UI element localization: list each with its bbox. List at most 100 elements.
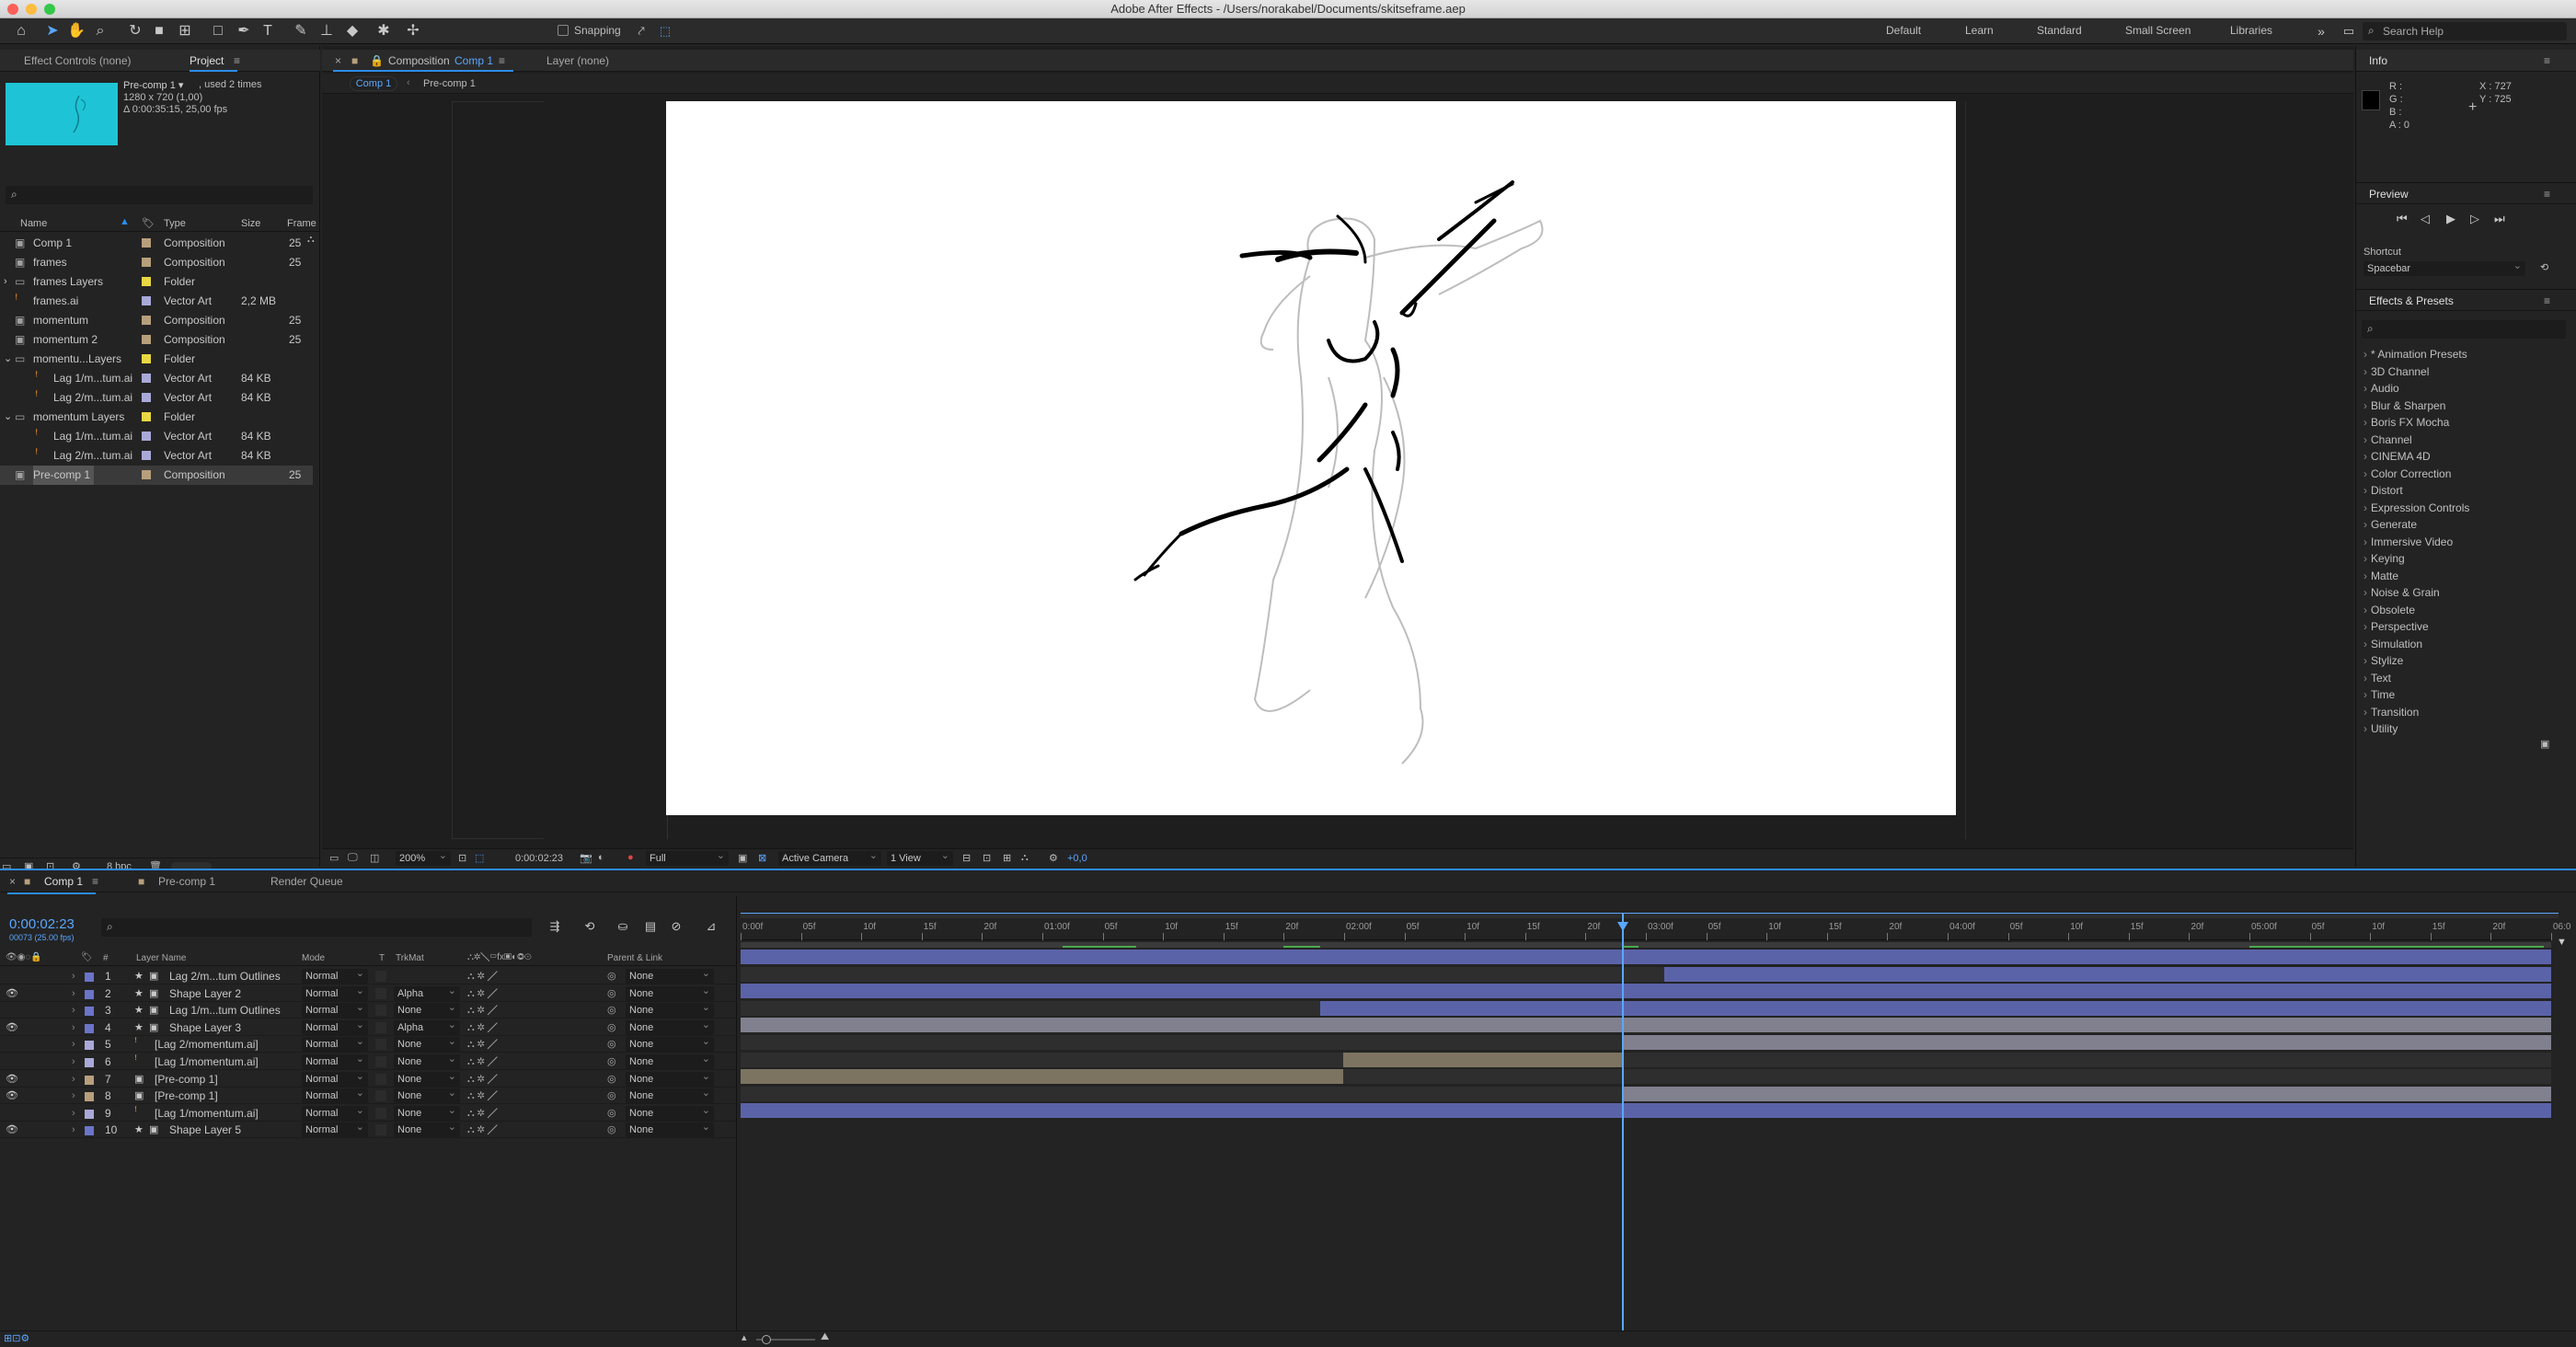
- label-color-swatch[interactable]: [142, 354, 151, 363]
- twirl-icon[interactable]: ›: [2363, 348, 2367, 361]
- layer-name[interactable]: Shape Layer 3: [169, 1019, 241, 1036]
- twirl-icon[interactable]: ›: [2363, 688, 2367, 701]
- column-size[interactable]: Size: [241, 218, 260, 229]
- timeline-link-icon[interactable]: ⊞: [1003, 852, 1011, 864]
- type-tool-icon[interactable]: T: [258, 21, 278, 41]
- parent-select[interactable]: None: [626, 1069, 714, 1087]
- effect-category[interactable]: › Distort: [2363, 482, 2403, 499]
- breadcrumb-comp-1[interactable]: Comp 1: [350, 76, 397, 91]
- project-item[interactable]: ꜝ Lag 2/m...tum.ai Vector Art 84 KB: [0, 388, 313, 408]
- close-tab-icon[interactable]: ×: [9, 870, 16, 892]
- twirl-icon[interactable]: ›: [2363, 416, 2367, 429]
- effect-category[interactable]: › Boris FX Mocha: [2363, 414, 2449, 431]
- panel-menu-icon[interactable]: ≡: [92, 870, 98, 892]
- preserve-transparency-toggle[interactable]: [375, 1107, 386, 1119]
- track-matte-select[interactable]: None: [394, 1086, 460, 1104]
- effect-category[interactable]: › CINEMA 4D: [2363, 448, 2431, 465]
- twirl-icon[interactable]: ›: [2363, 654, 2367, 667]
- new-bin-icon[interactable]: ▣: [2540, 738, 2549, 750]
- effect-category[interactable]: › Keying: [2363, 550, 2405, 567]
- pick-whip-icon[interactable]: ◎: [607, 1088, 616, 1104]
- eye-icon[interactable]: 👁: [6, 1122, 18, 1138]
- twirl-icon[interactable]: ›: [2363, 484, 2367, 497]
- 3d-view-icon[interactable]: ⊟: [962, 852, 971, 864]
- track-matte-select[interactable]: None: [394, 1034, 460, 1053]
- workspace-menu-icon[interactable]: ▭: [2339, 21, 2359, 41]
- layer-switches-icon[interactable]: ⛬ ✲ ╱: [467, 985, 498, 1002]
- show-snapshot-icon[interactable]: ◐: [598, 852, 604, 863]
- layer-duration-bar[interactable]: [1622, 1035, 2551, 1050]
- transparency-grid-icon[interactable]: ▣: [738, 852, 747, 864]
- project-search-input[interactable]: ⌕: [6, 186, 313, 204]
- twirl-icon[interactable]: ›: [2363, 365, 2367, 378]
- layer-name[interactable]: [Pre-comp 1]: [155, 1088, 218, 1104]
- twirl-icon[interactable]: ›: [2363, 706, 2367, 719]
- grid-guide-icon[interactable]: ⊡: [458, 852, 466, 864]
- layer-switches-icon[interactable]: ⛬ ✲ ╱: [467, 1071, 498, 1088]
- zoom-slider-thumb[interactable]: [762, 1335, 771, 1344]
- breadcrumb-pre-comp-1[interactable]: Pre-comp 1: [423, 78, 476, 89]
- comp-lock-icon[interactable]: 🔒: [370, 50, 384, 72]
- layer-row[interactable]: › 3 ★ ▣ Lag 1/m...tum Outlines Normal None ⛬ ✲ …: [0, 1000, 736, 1019]
- column-layer-name[interactable]: Layer Name: [136, 953, 186, 963]
- camera-tool-icon[interactable]: ■: [149, 21, 169, 41]
- zoom-tool-icon[interactable]: ⌕: [90, 21, 110, 41]
- layer-search-input[interactable]: ⌕: [101, 918, 532, 937]
- layer-row[interactable]: › 6 ꜝ [Lag 1/momentum.ai] Normal None ⛬ ✲ ╱ ◎ No…: [0, 1052, 736, 1070]
- track-matte-select[interactable]: Alpha: [394, 984, 460, 1001]
- project-item[interactable]: ▣ frames Composition 25: [0, 253, 313, 272]
- layer-row[interactable]: › 9 ꜝ [Lag 1/momentum.ai] Normal None ⛬ ✲ ╱ ◎ No…: [0, 1103, 736, 1122]
- project-item[interactable]: ⌄ ▭ momentum Layers Folder: [0, 408, 313, 427]
- column-number[interactable]: #: [103, 953, 109, 963]
- timeline-end-marker-icon[interactable]: ▼: [2557, 937, 2567, 948]
- tab-render-queue[interactable]: Render Queue: [270, 870, 343, 892]
- parent-select[interactable]: None: [626, 1103, 714, 1121]
- twirl-icon[interactable]: ›: [72, 1088, 75, 1104]
- lock-icon[interactable]: ■: [351, 50, 358, 72]
- parent-select[interactable]: None: [626, 1000, 714, 1019]
- layer-mode-select[interactable]: Normal: [302, 1103, 368, 1121]
- layer-switches-icon[interactable]: ⛬ ✲ ╱: [467, 1053, 498, 1070]
- zoom-in-icon[interactable]: ⛰: [821, 1331, 829, 1343]
- layer-mode-select[interactable]: Normal: [302, 1086, 368, 1104]
- resolution-select[interactable]: Full: [646, 848, 729, 866]
- twirl-icon[interactable]: ›: [2363, 433, 2367, 446]
- effect-category[interactable]: › Utility: [2363, 720, 2398, 737]
- playhead-handle-icon[interactable]: [1617, 922, 1629, 931]
- twirl-icon[interactable]: ›: [2363, 620, 2367, 633]
- tab-layer[interactable]: Layer (none): [546, 50, 609, 72]
- layer-name[interactable]: Lag 1/m...tum Outlines: [169, 1002, 281, 1019]
- twirl-icon[interactable]: ›: [72, 1019, 75, 1036]
- clone-stamp-tool-icon[interactable]: ⊥: [316, 21, 337, 41]
- layer-mode-select[interactable]: Normal: [302, 1120, 368, 1138]
- effect-category[interactable]: › Noise & Grain: [2363, 584, 2440, 601]
- twirl-icon[interactable]: ›: [2363, 535, 2367, 548]
- effect-category[interactable]: › Obsolete: [2363, 602, 2415, 618]
- label-color-swatch[interactable]: [142, 277, 151, 286]
- project-item[interactable]: ▣ Comp 1 Composition 25: [0, 234, 313, 253]
- layer-duration-bar[interactable]: [741, 1069, 1344, 1085]
- selected-item-name[interactable]: Pre-comp 1 ▾: [123, 79, 183, 91]
- layer-label-swatch[interactable]: [85, 1092, 94, 1102]
- eye-icon[interactable]: 👁: [6, 985, 18, 1002]
- twirl-icon[interactable]: ›: [2363, 722, 2367, 735]
- pick-whip-icon[interactable]: ◎: [607, 1036, 616, 1053]
- twirl-icon[interactable]: ›: [2363, 552, 2367, 565]
- label-color-swatch[interactable]: [142, 316, 151, 325]
- effect-category[interactable]: › Expression Controls: [2363, 500, 2469, 516]
- parent-select[interactable]: None: [626, 984, 714, 1001]
- more-workspaces-icon[interactable]: »: [2311, 21, 2331, 41]
- twirl-icon[interactable]: ›: [72, 968, 75, 984]
- effect-category[interactable]: › Perspective: [2363, 618, 2429, 635]
- tab-effect-controls[interactable]: Effect Controls (none): [24, 50, 132, 72]
- close-window-button[interactable]: [7, 4, 18, 15]
- column-frame-rate[interactable]: Frame: [287, 218, 316, 229]
- project-item[interactable]: › ▭ frames Layers Folder: [0, 272, 313, 292]
- effect-category[interactable]: › Transition: [2363, 704, 2419, 720]
- effect-category[interactable]: › Audio: [2363, 380, 2399, 397]
- effect-category[interactable]: › Color Correction: [2363, 466, 2451, 482]
- layer-label-swatch[interactable]: [85, 1023, 94, 1033]
- project-item[interactable]: ꜝ frames.ai Vector Art 2,2 MB: [0, 292, 313, 311]
- layer-switches-icon[interactable]: ⛬ ✲ ╱: [467, 1002, 498, 1019]
- effect-category[interactable]: › Simulation: [2363, 636, 2422, 652]
